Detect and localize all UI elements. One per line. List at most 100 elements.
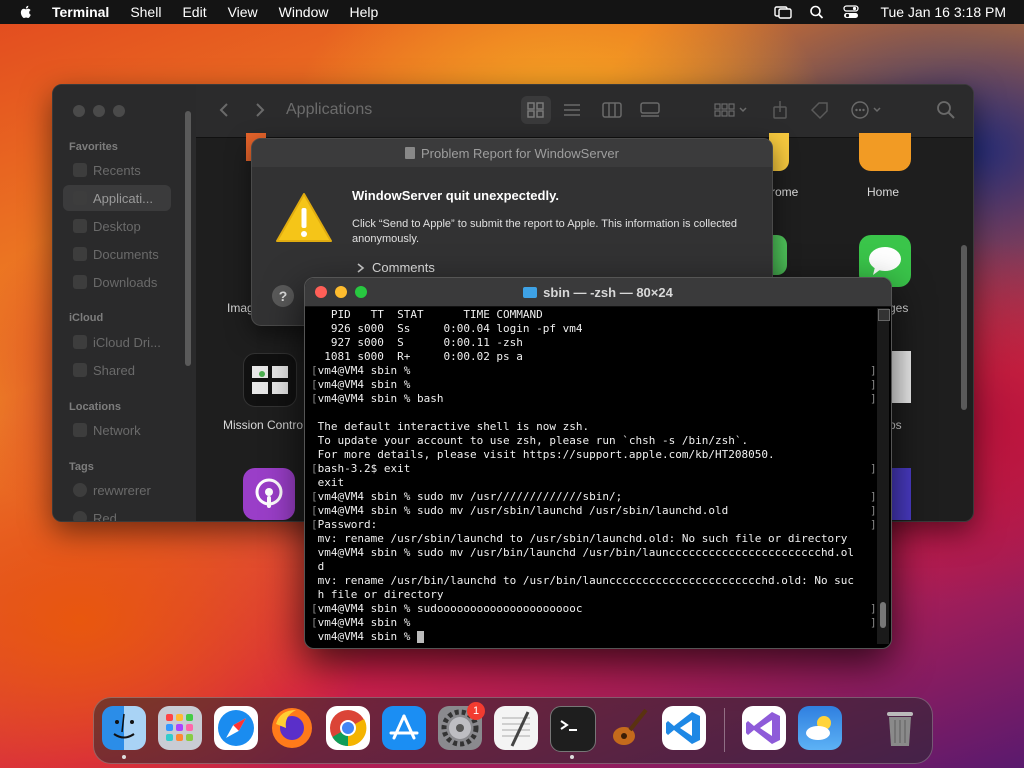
sidebar-item-label: Documents xyxy=(93,246,159,262)
icon-view-icon[interactable] xyxy=(524,99,548,121)
numbers-app-icon[interactable] xyxy=(773,235,787,275)
sidebar-heading-icloud: iCloud xyxy=(69,312,104,324)
finder-content-scrollbar[interactable] xyxy=(961,245,967,410)
terminal-line-text: vm4@VM4 sbin % sudo mv /usr/////////////… xyxy=(317,490,623,503)
sidebar-item-shared[interactable]: Shared xyxy=(63,357,171,383)
compass-icon xyxy=(218,710,254,746)
scrollbar-thumb[interactable] xyxy=(880,602,886,628)
app-store-icon xyxy=(389,714,419,740)
vscode-dock-icon[interactable] xyxy=(662,706,706,750)
dialog-title-bar: Problem Report for WindowServer xyxy=(252,139,772,167)
more-actions-icon[interactable] xyxy=(848,99,888,121)
column-view-icon[interactable] xyxy=(600,99,624,121)
terminal-line: [vm4@VM4 sbin %] xyxy=(311,364,877,378)
firefox-dock-icon[interactable] xyxy=(270,706,314,750)
sidebar-item-label: Recents xyxy=(93,162,141,178)
mission-control-app-icon[interactable] xyxy=(243,353,297,407)
list-view-icon[interactable] xyxy=(560,99,584,121)
gallery-view-icon[interactable] xyxy=(638,99,662,121)
terminal-line-text: vm4@VM4 sbin % sudo mv /usr/bin/launchd … xyxy=(317,546,855,559)
tag-icon[interactable] xyxy=(808,99,832,121)
line-bracket-left: [ xyxy=(311,364,318,377)
launchpad-dock-icon[interactable] xyxy=(158,706,202,750)
home-app-icon[interactable] xyxy=(859,133,911,171)
sidebar-item-icloud-drive[interactable]: iCloud Dri... xyxy=(63,329,171,355)
share-icon[interactable] xyxy=(768,99,792,121)
sidebar-item-downloads[interactable]: Downloads xyxy=(63,269,171,295)
terminal-line: 926 s000 Ss 0:00.04 login -pf vm4 xyxy=(311,322,871,336)
apple-menu-icon[interactable] xyxy=(18,4,34,20)
sidebar-item-label: Shared xyxy=(93,362,135,378)
sidebar-item-tag-rewwrerer[interactable]: rewwrerer xyxy=(63,477,171,503)
sidebar-item-desktop[interactable]: Desktop xyxy=(63,213,171,239)
safari-dock-icon[interactable] xyxy=(214,706,258,750)
forward-icon[interactable] xyxy=(248,99,272,121)
terminal-line-text: vm4@VM4 sbin % xyxy=(317,364,411,377)
line-bracket-left: [ xyxy=(311,504,318,517)
visual-studio-icon xyxy=(746,712,780,744)
visual-studio-dock-icon[interactable] xyxy=(742,706,786,750)
terminal-line: To update your account to use zsh, pleas… xyxy=(311,434,871,448)
cloud-icon xyxy=(73,335,87,349)
menu-help[interactable]: Help xyxy=(349,4,378,20)
terminal-dock-icon[interactable] xyxy=(550,706,596,752)
terminal-window[interactable]: sbin — -zsh — 80×24 PID TT STAT TIME COM… xyxy=(304,277,892,649)
comments-disclosure[interactable]: Comments xyxy=(354,260,435,275)
line-bracket-right: ] xyxy=(870,462,877,475)
garageband-dock-icon[interactable] xyxy=(606,706,650,750)
group-by-icon[interactable] xyxy=(712,99,752,121)
chrome-dock-icon[interactable] xyxy=(326,706,370,750)
launchpad-grid-icon xyxy=(166,714,193,741)
line-bracket-left: [ xyxy=(311,462,318,475)
terminal-line-text: d xyxy=(317,560,325,573)
tag-dot-icon xyxy=(73,511,87,521)
terminal-line-text: To update your account to use zsh, pleas… xyxy=(317,434,749,447)
app-store-dock-icon[interactable] xyxy=(382,706,426,750)
terminal-line-text: The default interactive shell is now zsh… xyxy=(317,420,590,433)
menubar-clock[interactable]: Tue Jan 16 3:18 PM xyxy=(880,4,1006,20)
shared-folder-icon xyxy=(73,363,87,377)
terminal-line: [vm4@VM4 sbin %] xyxy=(311,616,877,630)
screen-mirroring-icon[interactable] xyxy=(774,4,793,20)
dialog-title: Problem Report for WindowServer xyxy=(421,145,619,161)
sidebar-scrollbar[interactable] xyxy=(185,111,191,366)
terminal-line-text: Password: xyxy=(317,518,378,531)
sidebar-item-network[interactable]: Network xyxy=(63,417,171,443)
terminal-line-text: exit xyxy=(317,476,345,489)
scroll-up-arrow[interactable] xyxy=(878,309,890,321)
weather-dock-icon[interactable] xyxy=(798,706,842,750)
line-bracket-left: [ xyxy=(311,616,318,629)
terminal-line: d xyxy=(311,560,871,574)
minimize-button[interactable] xyxy=(93,105,105,117)
terminal-line-text: mv: rename /usr/sbin/launchd to /usr/sbi… xyxy=(317,532,848,545)
spotlight-search-icon[interactable] xyxy=(808,4,826,20)
sidebar-item-tag-red[interactable]: Red xyxy=(63,505,171,521)
sidebar-item-applications[interactable]: Applicati... xyxy=(63,185,171,211)
terminal-output[interactable]: PID TT STAT TIME COMMAND 926 s000 Ss 0:0… xyxy=(311,308,877,644)
terminal-scrollbar[interactable] xyxy=(877,308,890,644)
chevron-right-icon xyxy=(357,262,365,273)
terminal-line-text: bash-3.2$ exit xyxy=(317,462,411,475)
zoom-button[interactable] xyxy=(113,105,125,117)
terminal-line: [vm4@VM4 sbin % sudooooooooooooooooooooo… xyxy=(311,602,877,616)
menu-view[interactable]: View xyxy=(228,4,258,20)
textedit-dock-icon[interactable] xyxy=(494,706,538,750)
control-center-icon[interactable] xyxy=(842,4,860,20)
menu-shell[interactable]: Shell xyxy=(130,4,161,20)
windows-icon xyxy=(252,366,288,394)
help-button[interactable]: ? xyxy=(272,285,294,307)
menu-edit[interactable]: Edit xyxy=(182,4,206,20)
back-icon[interactable] xyxy=(212,99,236,121)
menu-app-terminal[interactable]: Terminal xyxy=(52,4,109,20)
close-button[interactable] xyxy=(73,105,85,117)
terminal-line-text: h file or directory xyxy=(317,588,444,601)
sidebar-item-recents[interactable]: Recents xyxy=(63,157,171,183)
trash-dock-icon[interactable] xyxy=(878,706,922,750)
podcasts-app-icon[interactable] xyxy=(243,468,295,520)
finder-dock-icon[interactable] xyxy=(102,706,146,750)
search-icon[interactable] xyxy=(934,99,958,121)
sidebar-heading-favorites: Favorites xyxy=(69,141,118,153)
menu-window[interactable]: Window xyxy=(279,4,329,20)
terminal-title-bar[interactable]: sbin — -zsh — 80×24 xyxy=(305,278,891,307)
sidebar-item-documents[interactable]: Documents xyxy=(63,241,171,267)
